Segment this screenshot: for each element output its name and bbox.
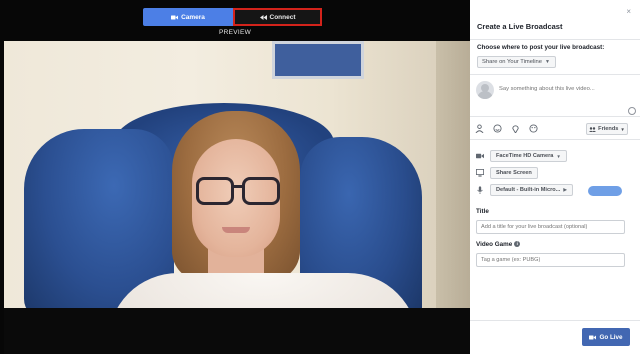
- camera-source-select[interactable]: FaceTime HD Camera ▼: [490, 150, 567, 162]
- microphone-select[interactable]: Default - Built-in Micro... ▶: [490, 184, 573, 196]
- video-game-input[interactable]: [476, 253, 625, 267]
- description-input[interactable]: [499, 86, 631, 92]
- chevron-down-icon: ▼: [544, 59, 550, 65]
- title-label: Title: [476, 208, 489, 215]
- share-screen-row: Share Screen: [470, 166, 640, 180]
- feeling-icon[interactable]: [493, 124, 502, 133]
- info-icon[interactable]: i: [514, 241, 521, 248]
- share-screen-label: Share Screen: [496, 170, 532, 176]
- camera-tab[interactable]: Camera: [143, 8, 233, 26]
- compose-area: [470, 74, 640, 117]
- video-bottom-bar: [4, 308, 470, 354]
- panel-header: × Create a Live Broadcast: [470, 0, 640, 40]
- connect-tab[interactable]: Connect: [233, 8, 322, 26]
- post-actions-row: Friends ▼: [470, 118, 640, 140]
- share-destination-select[interactable]: Share on Your Timeline ▼: [477, 56, 556, 68]
- title-input[interactable]: [476, 220, 625, 234]
- video-camera-icon: [476, 153, 484, 159]
- chevron-down-icon: ▼: [556, 153, 561, 159]
- microphone-row: Default - Built-in Micro... ▶: [470, 183, 640, 197]
- camera-source-row: FaceTime HD Camera ▼: [470, 149, 640, 163]
- location-pin-icon[interactable]: [511, 124, 520, 133]
- camera-tab-label: Camera: [181, 13, 205, 21]
- friends-icon: [589, 126, 597, 132]
- go-live-button[interactable]: Go Live: [582, 328, 630, 346]
- close-icon[interactable]: ×: [626, 7, 631, 16]
- emoji-icon[interactable]: [628, 107, 636, 115]
- video-camera-icon: [171, 15, 179, 19]
- preview-pane: Camera Connect PREVIEW: [0, 0, 470, 354]
- sticker-icon[interactable]: [529, 124, 538, 133]
- monitor-icon: [476, 169, 484, 177]
- post-destination-label: Choose where to post your live broadcast…: [477, 44, 605, 51]
- tag-people-icon[interactable]: [475, 124, 484, 133]
- share-screen-button[interactable]: Share Screen: [490, 167, 538, 179]
- audience-label: Friends: [598, 126, 619, 132]
- video-game-label-text: Video Game: [476, 241, 513, 248]
- chevron-down-icon: ▼: [620, 126, 625, 132]
- preview-label: PREVIEW: [218, 29, 252, 36]
- mic-level-meter: [588, 186, 622, 196]
- panel-title: Create a Live Broadcast: [477, 22, 563, 31]
- camera-source-value: FaceTime HD Camera: [496, 153, 554, 159]
- share-destination-value: Share on Your Timeline: [482, 59, 542, 65]
- video-game-label: Video Game i: [476, 241, 521, 248]
- go-live-label: Go Live: [599, 333, 623, 341]
- broadcast-panel: × Create a Live Broadcast Choose where t…: [470, 0, 640, 354]
- source-toggle: Camera Connect: [143, 8, 322, 26]
- audience-select[interactable]: Friends ▼: [586, 123, 628, 135]
- avatar: [476, 81, 494, 99]
- panel-footer: Go Live: [470, 320, 640, 354]
- microphone-value: Default - Built-in Micro...: [496, 187, 561, 193]
- connect-tab-label: Connect: [269, 13, 296, 21]
- microphone-icon: [477, 186, 483, 194]
- rewind-icon: [259, 14, 267, 20]
- video-camera-icon: [589, 335, 597, 339]
- chevron-right-icon: ▶: [563, 187, 567, 192]
- camera-preview-video: [4, 41, 470, 308]
